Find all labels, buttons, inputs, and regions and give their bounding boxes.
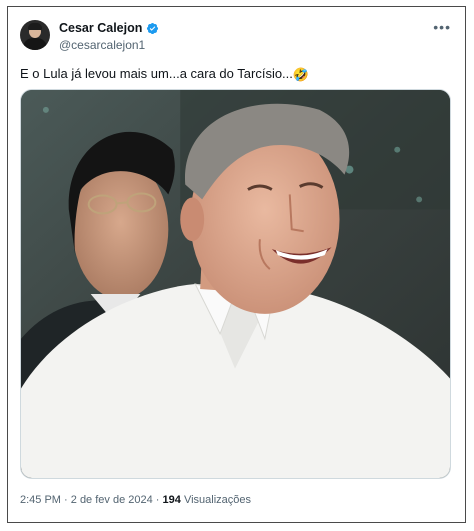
tweet-text-body: E o Lula já levou mais um...a cara do Ta…: [20, 66, 293, 81]
tweet-card: Cesar Calejon @cesarcalejon1 ••• E o Lul…: [7, 6, 466, 523]
avatar-hair: [28, 23, 42, 30]
views-count: 194: [162, 494, 181, 506]
author-avatar[interactable]: [20, 20, 50, 50]
author-name-row: Cesar Calejon: [59, 21, 159, 35]
tweet-metadata: 2:45 PM · 2 de fev de 2024 · 194 Visuali…: [20, 494, 251, 506]
views-label: Visualizações: [183, 494, 252, 506]
tweet-date[interactable]: 2 de fev de 2024: [71, 494, 153, 506]
meta-separator-2: ·: [155, 494, 160, 506]
tweet-photo[interactable]: [20, 89, 451, 479]
tweet-time[interactable]: 2:45 PM: [20, 494, 61, 506]
more-options-icon[interactable]: •••: [433, 19, 451, 35]
rolling-laughing-emoji-icon: 🤣: [292, 67, 310, 82]
author-display-name[interactable]: Cesar Calejon: [59, 21, 142, 35]
author-handle[interactable]: @cesarcalejon1: [59, 38, 145, 52]
verified-badge-icon: [147, 22, 159, 34]
tweet-text: E o Lula já levou mais um...a cara do Ta…: [20, 66, 309, 83]
photo-illustration: [21, 90, 450, 478]
avatar-body: [23, 38, 47, 50]
meta-separator-1: ·: [64, 494, 68, 506]
